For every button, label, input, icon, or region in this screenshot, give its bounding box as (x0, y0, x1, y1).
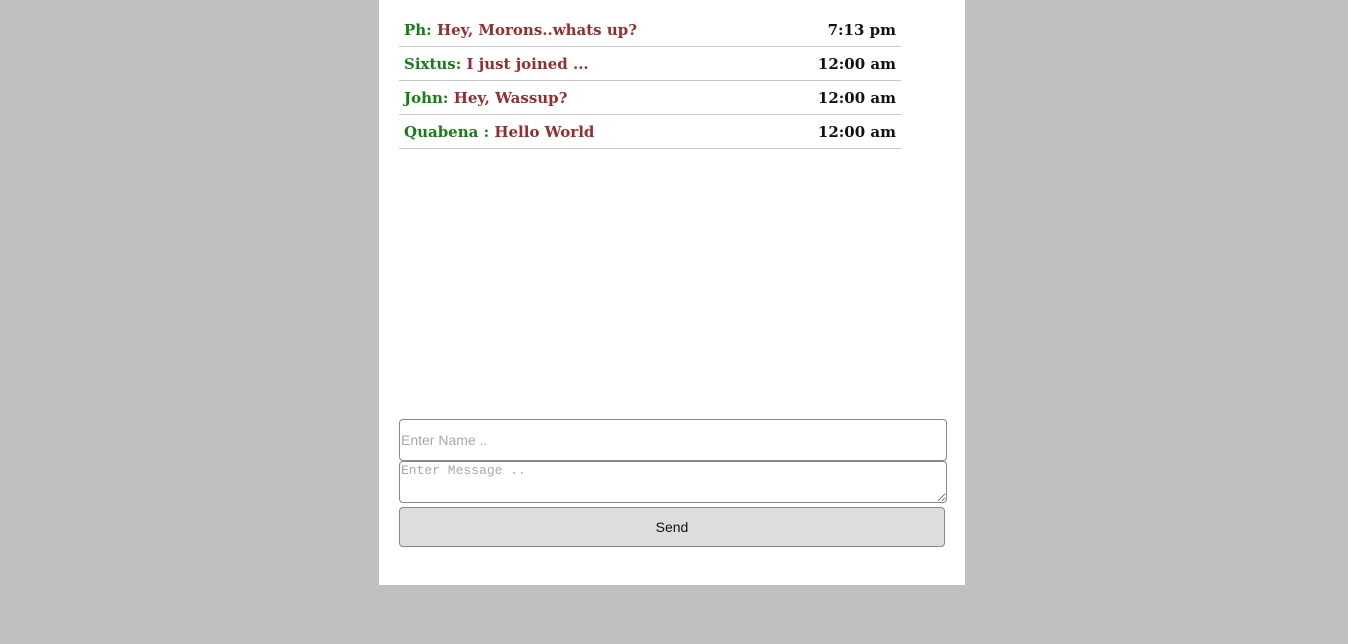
message-time: 12:00 am (817, 54, 896, 73)
message-list: Ph: Hey, Morons..whats up? 7:13 pm Sixtu… (399, 14, 901, 149)
message-content: John: Hey, Wassup? (404, 89, 567, 107)
message-sender: Ph: (404, 21, 432, 39)
send-button[interactable]: Send (399, 507, 945, 547)
message-form: Send (399, 419, 947, 547)
message-time: 7:13 pm (827, 21, 896, 39)
message-row: John: Hey, Wassup? 12:00 am (399, 81, 901, 115)
message-text: I just joined ... (466, 54, 589, 73)
message-time: 12:00 am (817, 122, 896, 141)
name-input[interactable] (399, 419, 947, 461)
message-row: Sixtus: I just joined ... 12:00 am (399, 47, 901, 81)
message-text: Hello World (494, 122, 595, 141)
message-sender: John: (404, 88, 449, 107)
chat-panel: Ph: Hey, Morons..whats up? 7:13 pm Sixtu… (379, 0, 965, 585)
message-content: Ph: Hey, Morons..whats up? (404, 21, 637, 39)
message-time: 12:00 am (817, 88, 896, 107)
message-text: Hey, Wassup? (453, 88, 568, 107)
message-content: Quabena : Hello World (404, 123, 594, 141)
message-sender: Quabena : (404, 122, 490, 141)
message-content: Sixtus: I just joined ... (404, 55, 589, 73)
message-row: Ph: Hey, Morons..whats up? 7:13 pm (399, 14, 901, 47)
message-sender: Sixtus: (404, 54, 462, 73)
message-input[interactable] (399, 461, 947, 503)
message-row: Quabena : Hello World 12:00 am (399, 115, 901, 149)
message-text: Hey, Morons..whats up? (436, 21, 638, 39)
